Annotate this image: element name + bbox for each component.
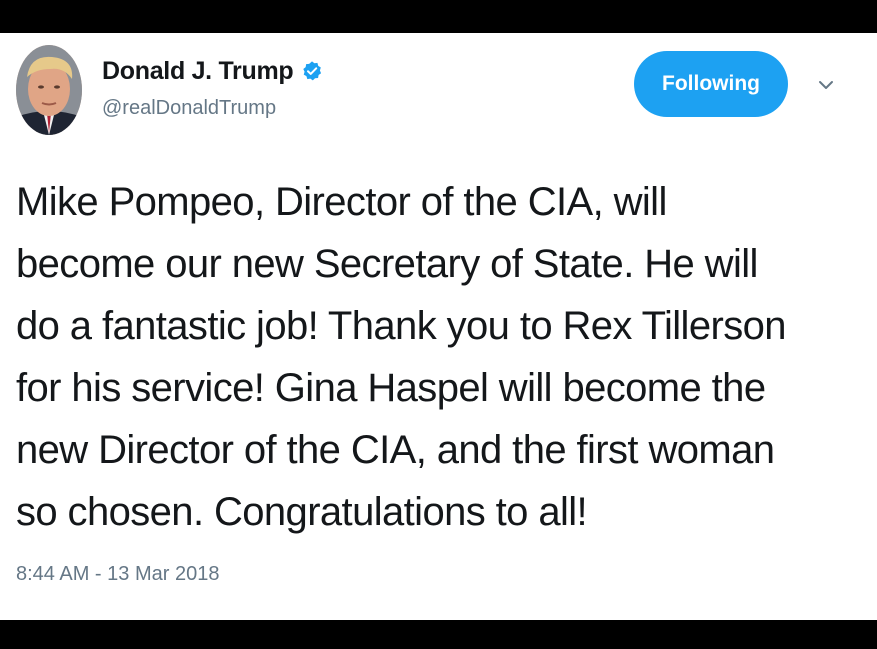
tweet-text-line: do a fantastic job! Thank you to Rex Til… bbox=[16, 304, 786, 348]
profile-photo-icon bbox=[16, 45, 82, 135]
tweet-text-line: become our new Secretary of State. He wi… bbox=[16, 242, 758, 286]
author-name-row: Donald J. Trump bbox=[102, 55, 323, 87]
avatar[interactable] bbox=[16, 45, 82, 135]
tweet-timestamp[interactable]: 8:44 AM - 13 Mar 2018 bbox=[16, 563, 219, 586]
author-handle[interactable]: @realDonaldTrump bbox=[102, 97, 276, 120]
tweet-card: Donald J. Trump @realDonaldTrump Followi… bbox=[0, 33, 877, 620]
tweet-text-line: Mike Pompeo, Director of the CIA, will bbox=[16, 180, 667, 224]
letterbox-top bbox=[0, 0, 877, 33]
display-name[interactable]: Donald J. Trump bbox=[102, 57, 294, 86]
letterbox-bottom bbox=[0, 620, 877, 649]
tweet-text-line: so chosen. Congratulations to all! bbox=[16, 490, 588, 534]
tweet-text-line: new Director of the CIA, and the first w… bbox=[16, 428, 775, 472]
verified-badge-icon bbox=[301, 60, 323, 82]
tweet-text-line: for his service! Gina Haspel will become… bbox=[16, 366, 766, 410]
following-button[interactable]: Following bbox=[634, 51, 788, 117]
tweet-text: Mike Pompeo, Director of the CIA, will b… bbox=[16, 171, 856, 543]
chevron-down-icon[interactable] bbox=[812, 71, 840, 99]
